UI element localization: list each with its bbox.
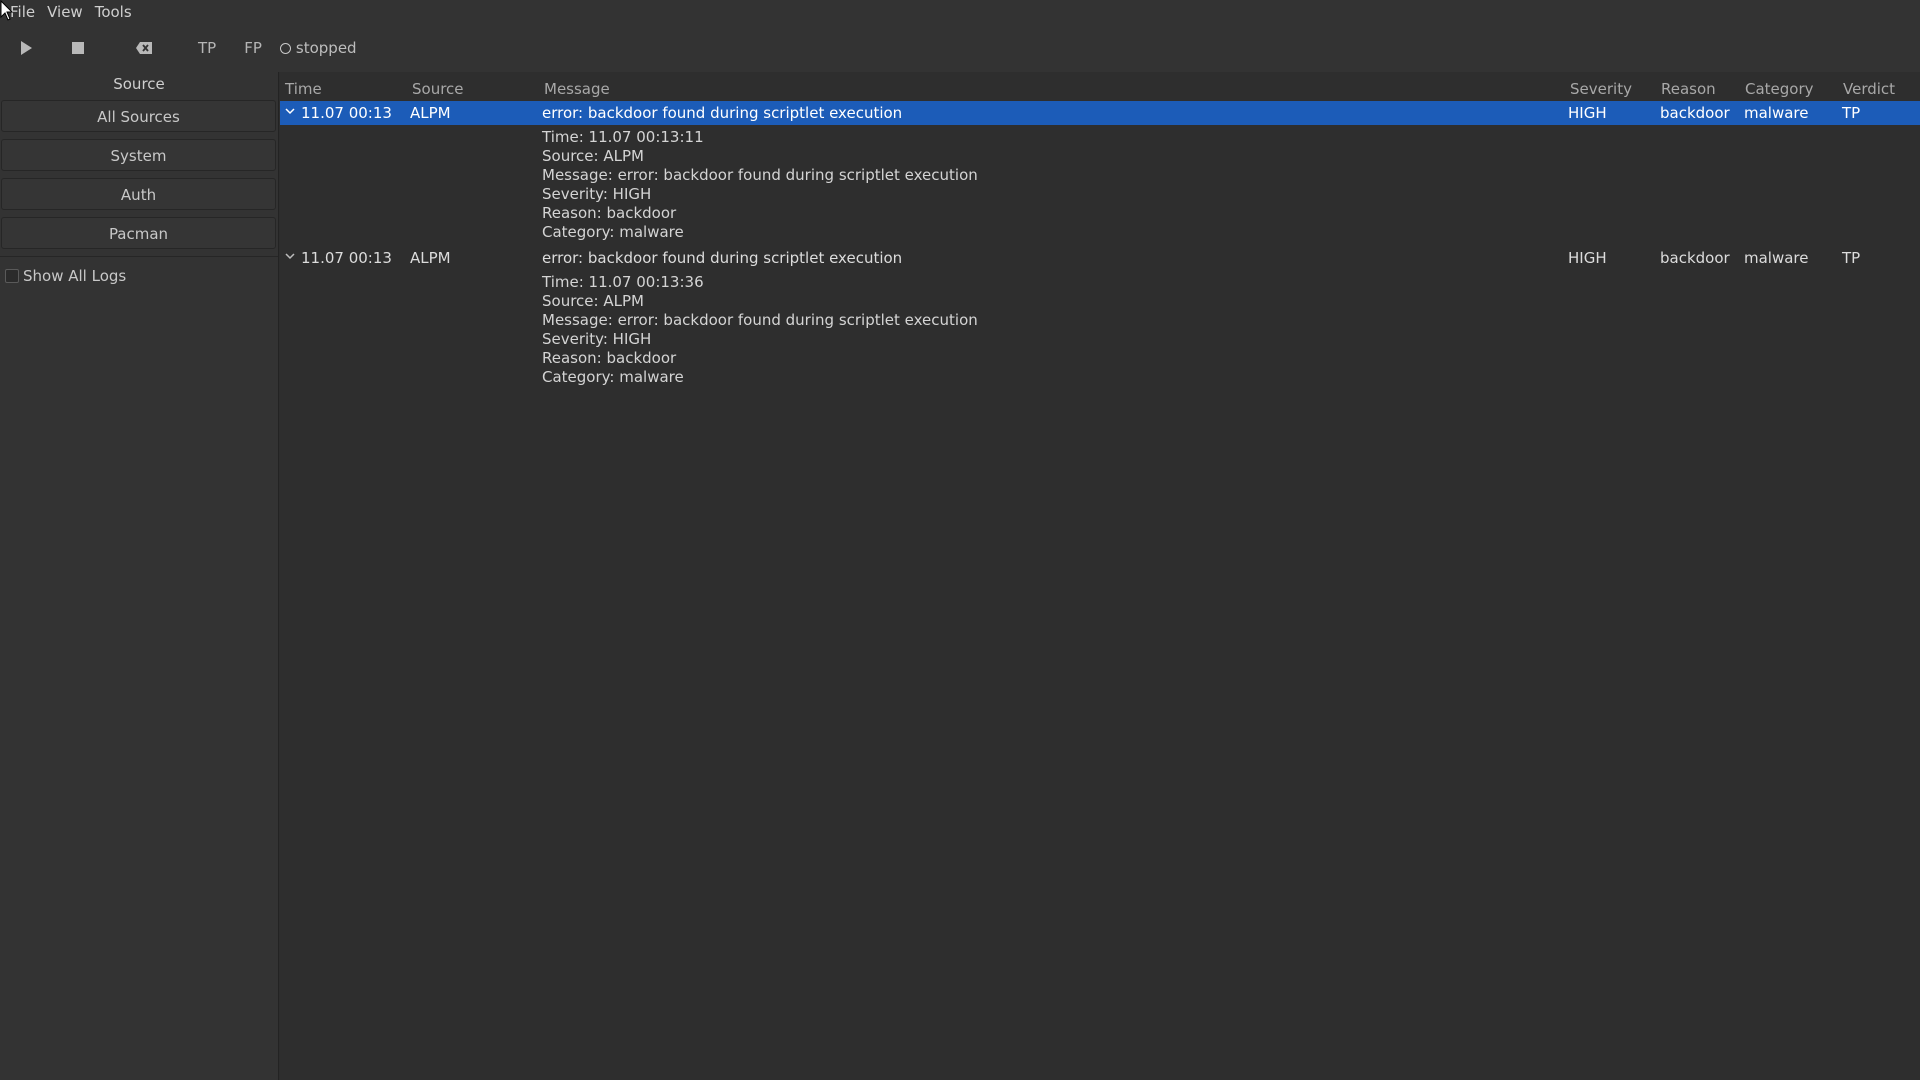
detail-severity: Severity: HIGH (542, 330, 652, 348)
cell-reason: backdoor (1660, 249, 1730, 267)
source-sidebar: Source All Sources System Auth Pacman Sh… (0, 72, 279, 1080)
header-reason[interactable]: Reason (1661, 80, 1716, 98)
menu-view[interactable]: View (41, 0, 89, 24)
cell-category: malware (1744, 249, 1809, 267)
detail-reason: Reason: backdoor (542, 204, 677, 222)
detail-message: Message: error: backdoor found during sc… (542, 311, 978, 329)
table-header: Time Source Message Severity Reason Cate… (280, 72, 1920, 100)
cell-source: ALPM (410, 249, 451, 267)
stop-button[interactable] (52, 28, 104, 68)
cell-message: error: backdoor found during scriptlet e… (542, 104, 903, 122)
detail-source: Source: ALPM (542, 147, 644, 165)
chevron-down-icon[interactable] (284, 105, 296, 117)
source-button-auth[interactable]: Auth (1, 178, 276, 210)
source-button-system[interactable]: System (1, 139, 276, 171)
header-time[interactable]: Time (285, 80, 322, 98)
cell-time: 11.07 00:13 (301, 249, 392, 267)
cell-time: 11.07 00:13 (301, 104, 392, 122)
table-row[interactable]: 11.07 00:13 ALPM error: backdoor found d… (280, 101, 1920, 125)
detail-category: Category: malware (542, 368, 684, 386)
source-button-all[interactable]: All Sources (1, 100, 276, 132)
source-button-pacman[interactable]: Pacman (1, 217, 276, 249)
toolbar: TP FP stopped (0, 24, 1920, 72)
log-table: Time Source Message Severity Reason Cate… (280, 72, 1920, 1080)
detail-severity: Severity: HIGH (542, 185, 652, 203)
header-verdict[interactable]: Verdict (1843, 80, 1895, 98)
header-category[interactable]: Category (1745, 80, 1814, 98)
tp-button[interactable]: TP (184, 28, 230, 68)
cell-severity: HIGH (1568, 249, 1607, 267)
chevron-down-icon[interactable] (284, 250, 296, 262)
show-all-logs-checkbox[interactable] (5, 269, 19, 283)
stop-icon (72, 42, 84, 54)
cell-category: malware (1744, 104, 1809, 122)
cell-verdict: TP (1842, 249, 1861, 267)
fp-button[interactable]: FP (230, 28, 276, 68)
cell-verdict: TP (1842, 104, 1861, 122)
detail-source: Source: ALPM (542, 292, 644, 310)
show-all-logs-toggle[interactable]: Show All Logs (0, 265, 278, 287)
cell-reason: backdoor (1660, 104, 1730, 122)
clear-button[interactable] (118, 28, 170, 68)
menu-bar: File View Tools (0, 0, 1920, 24)
table-row[interactable]: 11.07 00:13 ALPM error: backdoor found d… (280, 246, 1920, 270)
detail-time: Time: 11.07 00:13:11 (542, 128, 704, 146)
row-details: Time: 11.07 00:13:11 Source: ALPM Messag… (542, 128, 978, 242)
sidebar-title: Source (113, 75, 165, 93)
row-details: Time: 11.07 00:13:36 Source: ALPM Messag… (542, 273, 978, 387)
header-severity[interactable]: Severity (1570, 80, 1632, 98)
detail-time: Time: 11.07 00:13:36 (542, 273, 704, 291)
cell-severity: HIGH (1568, 104, 1607, 122)
clear-backspace-icon (136, 42, 152, 54)
header-message[interactable]: Message (544, 80, 610, 98)
mouse-cursor-icon (0, 0, 14, 21)
sidebar-divider (0, 256, 278, 257)
play-button[interactable] (0, 28, 52, 68)
menu-tools[interactable]: Tools (89, 0, 138, 24)
play-icon (21, 41, 32, 55)
status-circle-icon (279, 42, 291, 54)
detail-message: Message: error: backdoor found during sc… (542, 166, 978, 184)
detail-category: Category: malware (542, 223, 684, 241)
header-source[interactable]: Source (412, 80, 464, 98)
detail-reason: Reason: backdoor (542, 349, 677, 367)
status-indicator: stopped (279, 39, 357, 57)
cell-source: ALPM (410, 104, 451, 122)
show-all-logs-label: Show All Logs (23, 267, 127, 285)
cell-message: error: backdoor found during scriptlet e… (542, 249, 903, 267)
status-text: stopped (295, 39, 357, 57)
